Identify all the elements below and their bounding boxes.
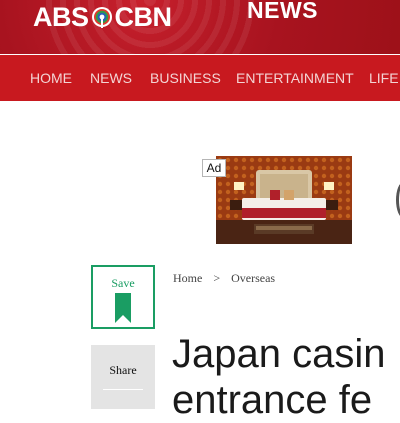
share-label: Share <box>109 363 137 377</box>
ad-image[interactable] <box>216 156 352 244</box>
breadcrumb: Home > Overseas <box>173 271 283 286</box>
nav-item-entertainment[interactable]: ENTERTAINMENT <box>236 55 354 101</box>
breadcrumb-home[interactable]: Home <box>173 271 202 285</box>
section-title: NEWS <box>247 0 318 23</box>
headline-line-1: Japan casin <box>172 332 386 376</box>
breadcrumb-overseas[interactable]: Overseas <box>231 271 275 285</box>
nav-item-life[interactable]: LIFE <box>369 55 399 101</box>
breadcrumb-separator: > <box>213 271 221 285</box>
site-header: ABS CBN NEWS <box>0 0 400 54</box>
headline-line-2: entrance fe <box>172 378 373 422</box>
ad-badge: Ad <box>202 159 226 177</box>
bookmark-icon <box>115 293 131 323</box>
partial-circle-icon <box>396 182 400 218</box>
main-nav: HOME NEWS BUSINESS ENTERTAINMENT LIFE <box>0 55 400 101</box>
logo-text-left: ABS <box>33 2 89 32</box>
article-headline: Japan casin entrance fe <box>172 331 400 423</box>
save-button[interactable]: Save <box>91 265 155 329</box>
save-label: Save <box>111 276 135 290</box>
nav-item-home[interactable]: HOME <box>30 55 72 101</box>
logo-text-right: CBN <box>114 2 173 32</box>
share-divider <box>103 389 143 390</box>
nav-item-business[interactable]: BUSINESS <box>150 55 221 101</box>
share-button[interactable]: Share <box>91 345 155 409</box>
nav-item-news[interactable]: NEWS <box>90 55 132 101</box>
abs-cbn-logo[interactable]: ABS CBN <box>33 2 172 32</box>
logo-eye-icon <box>91 6 113 28</box>
